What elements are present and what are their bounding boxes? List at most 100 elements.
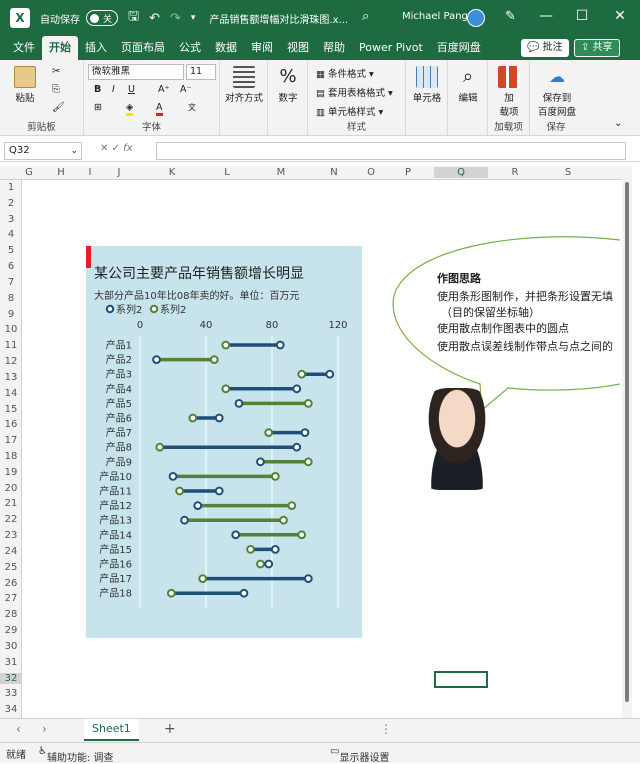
save-to-baidu-button[interactable]: ☁ 保存到 百度网盘	[532, 66, 582, 118]
name-box[interactable]: Q32 ⌄	[4, 142, 82, 160]
borders-icon[interactable]: ⊞	[94, 102, 102, 113]
vertical-scrollbar[interactable]	[622, 166, 632, 718]
phonetic-icon[interactable]: 文	[188, 102, 196, 113]
row-header[interactable]: 7	[0, 277, 22, 288]
customize-toolbar-icon[interactable]: ▾	[191, 13, 196, 23]
tab-baidu[interactable]: 百度网盘	[430, 36, 488, 60]
column-header[interactable]: K	[144, 167, 200, 178]
tab-review[interactable]: 审阅	[244, 36, 280, 60]
tab-formulas[interactable]: 公式	[172, 36, 208, 60]
accessibility-status[interactable]: ♿ 辅助功能: 调查	[38, 746, 114, 764]
redo-icon[interactable]: ↷	[170, 11, 181, 26]
row-header[interactable]: 17	[0, 435, 22, 446]
underline-button[interactable]: U	[128, 84, 135, 95]
scroll-thumb[interactable]	[625, 182, 629, 702]
row-header[interactable]: 25	[0, 562, 22, 573]
row-header[interactable]: 28	[0, 609, 22, 620]
row-header[interactable]: 12	[0, 356, 22, 367]
row-header[interactable]: 11	[0, 340, 22, 351]
bold-button[interactable]: B	[94, 84, 101, 95]
add-sheet-icon[interactable]: +	[164, 721, 176, 737]
minimize-icon[interactable]: —	[536, 8, 556, 24]
italic-button[interactable]: I	[112, 84, 115, 95]
editing-button[interactable]: ⌕ 编辑	[450, 66, 486, 104]
search-icon[interactable]: ⌕	[362, 9, 369, 24]
row-header[interactable]: 34	[0, 704, 22, 715]
row-header[interactable]: 3	[0, 214, 22, 225]
user-name[interactable]: Michael Pang	[402, 11, 468, 22]
column-header[interactable]: O	[360, 167, 382, 178]
alignment-button[interactable]: 对齐方式	[222, 66, 266, 104]
row-header[interactable]: 32	[0, 672, 22, 684]
font-color-icon[interactable]: A	[156, 102, 163, 116]
display-settings[interactable]: ▭ 显示器设置	[330, 746, 389, 764]
column-header[interactable]: S	[542, 167, 594, 178]
more-options-icon[interactable]: ⋮	[380, 722, 392, 736]
row-header[interactable]: 21	[0, 498, 22, 509]
row-header[interactable]: 4	[0, 229, 22, 240]
comment-button[interactable]: 💬 批注	[521, 39, 569, 57]
row-header[interactable]: 33	[0, 688, 22, 699]
addins-button[interactable]: 加 载项	[492, 66, 526, 118]
column-header[interactable]: L	[200, 167, 254, 178]
row-header[interactable]: 6	[0, 261, 22, 272]
cell-styles-button[interactable]: ▥ 单元格样式 ▾	[316, 104, 383, 118]
maximize-icon[interactable]: ☐	[572, 8, 592, 24]
row-header[interactable]: 5	[0, 245, 22, 256]
tab-insert[interactable]: 插入	[78, 36, 114, 60]
row-header[interactable]: 9	[0, 309, 22, 320]
row-header[interactable]: 22	[0, 514, 22, 525]
row-header[interactable]: 16	[0, 419, 22, 430]
tab-home[interactable]: 开始	[42, 36, 78, 60]
increase-font-icon[interactable]: A⁺	[158, 84, 170, 95]
next-sheet-icon[interactable]: ›	[42, 722, 47, 736]
decrease-font-icon[interactable]: A⁻	[180, 84, 192, 95]
row-header[interactable]: 8	[0, 293, 22, 304]
tab-file[interactable]: 文件	[6, 36, 42, 60]
column-header[interactable]: J	[94, 167, 144, 178]
row-header[interactable]: 19	[0, 467, 22, 478]
column-header[interactable]: P	[382, 167, 434, 178]
tab-data[interactable]: 数据	[208, 36, 244, 60]
column-header[interactable]: M	[254, 167, 308, 178]
prev-sheet-icon[interactable]: ‹	[16, 722, 21, 736]
tab-help[interactable]: 帮助	[316, 36, 352, 60]
conditional-format-button[interactable]: ▦ 条件格式 ▾	[316, 66, 374, 80]
fx-icon[interactable]: fx	[123, 143, 132, 154]
collapse-ribbon-icon[interactable]: ⌄	[614, 118, 622, 129]
close-icon[interactable]: ✕	[610, 8, 630, 24]
row-header[interactable]: 2	[0, 198, 22, 209]
undo-icon[interactable]: ↶	[149, 11, 160, 26]
column-header[interactable]: R	[488, 167, 542, 178]
column-header[interactable]: I	[86, 167, 94, 178]
row-header[interactable]: 10	[0, 324, 22, 335]
autosave-toggle[interactable]: 关	[86, 10, 118, 26]
row-header[interactable]: 23	[0, 530, 22, 541]
cut-icon[interactable]: ✂	[52, 66, 60, 77]
row-header[interactable]: 29	[0, 625, 22, 636]
column-header-selected[interactable]: Q	[434, 167, 488, 178]
row-header[interactable]: 24	[0, 546, 22, 557]
row-header[interactable]: 27	[0, 593, 22, 604]
save-icon[interactable]: 🖫	[128, 7, 139, 29]
chevron-down-icon[interactable]: ⌄	[70, 143, 78, 159]
fill-color-icon[interactable]: ◈	[126, 102, 134, 116]
row-header[interactable]: 13	[0, 372, 22, 383]
dumbbell-chart[interactable]: 系列2 系列20 40 80 120产品1产品2产品3产品4产品5产品6产品7产品8产品…	[86, 246, 362, 638]
formula-input[interactable]	[156, 142, 626, 160]
sheet-tab-sheet1[interactable]: Sheet1	[84, 719, 139, 741]
paste-button[interactable]: 粘贴	[8, 66, 42, 104]
font-size-select[interactable]: 11	[186, 64, 216, 80]
number-format-button[interactable]: % 数字	[272, 66, 304, 104]
tab-power-pivot[interactable]: Power Pivot	[352, 36, 430, 60]
row-header[interactable]: 20	[0, 483, 22, 494]
row-header[interactable]: 26	[0, 578, 22, 589]
presenter-photo[interactable]	[412, 388, 502, 490]
row-header[interactable]: 18	[0, 451, 22, 462]
row-header[interactable]: 15	[0, 404, 22, 415]
designer-pen-icon[interactable]: ✎	[505, 9, 516, 24]
format-painter-icon[interactable]: 🖌	[52, 102, 65, 113]
row-header[interactable]: 14	[0, 388, 22, 399]
share-button[interactable]: ⇪ 共享	[574, 39, 620, 57]
tab-page-layout[interactable]: 页面布局	[114, 36, 172, 60]
